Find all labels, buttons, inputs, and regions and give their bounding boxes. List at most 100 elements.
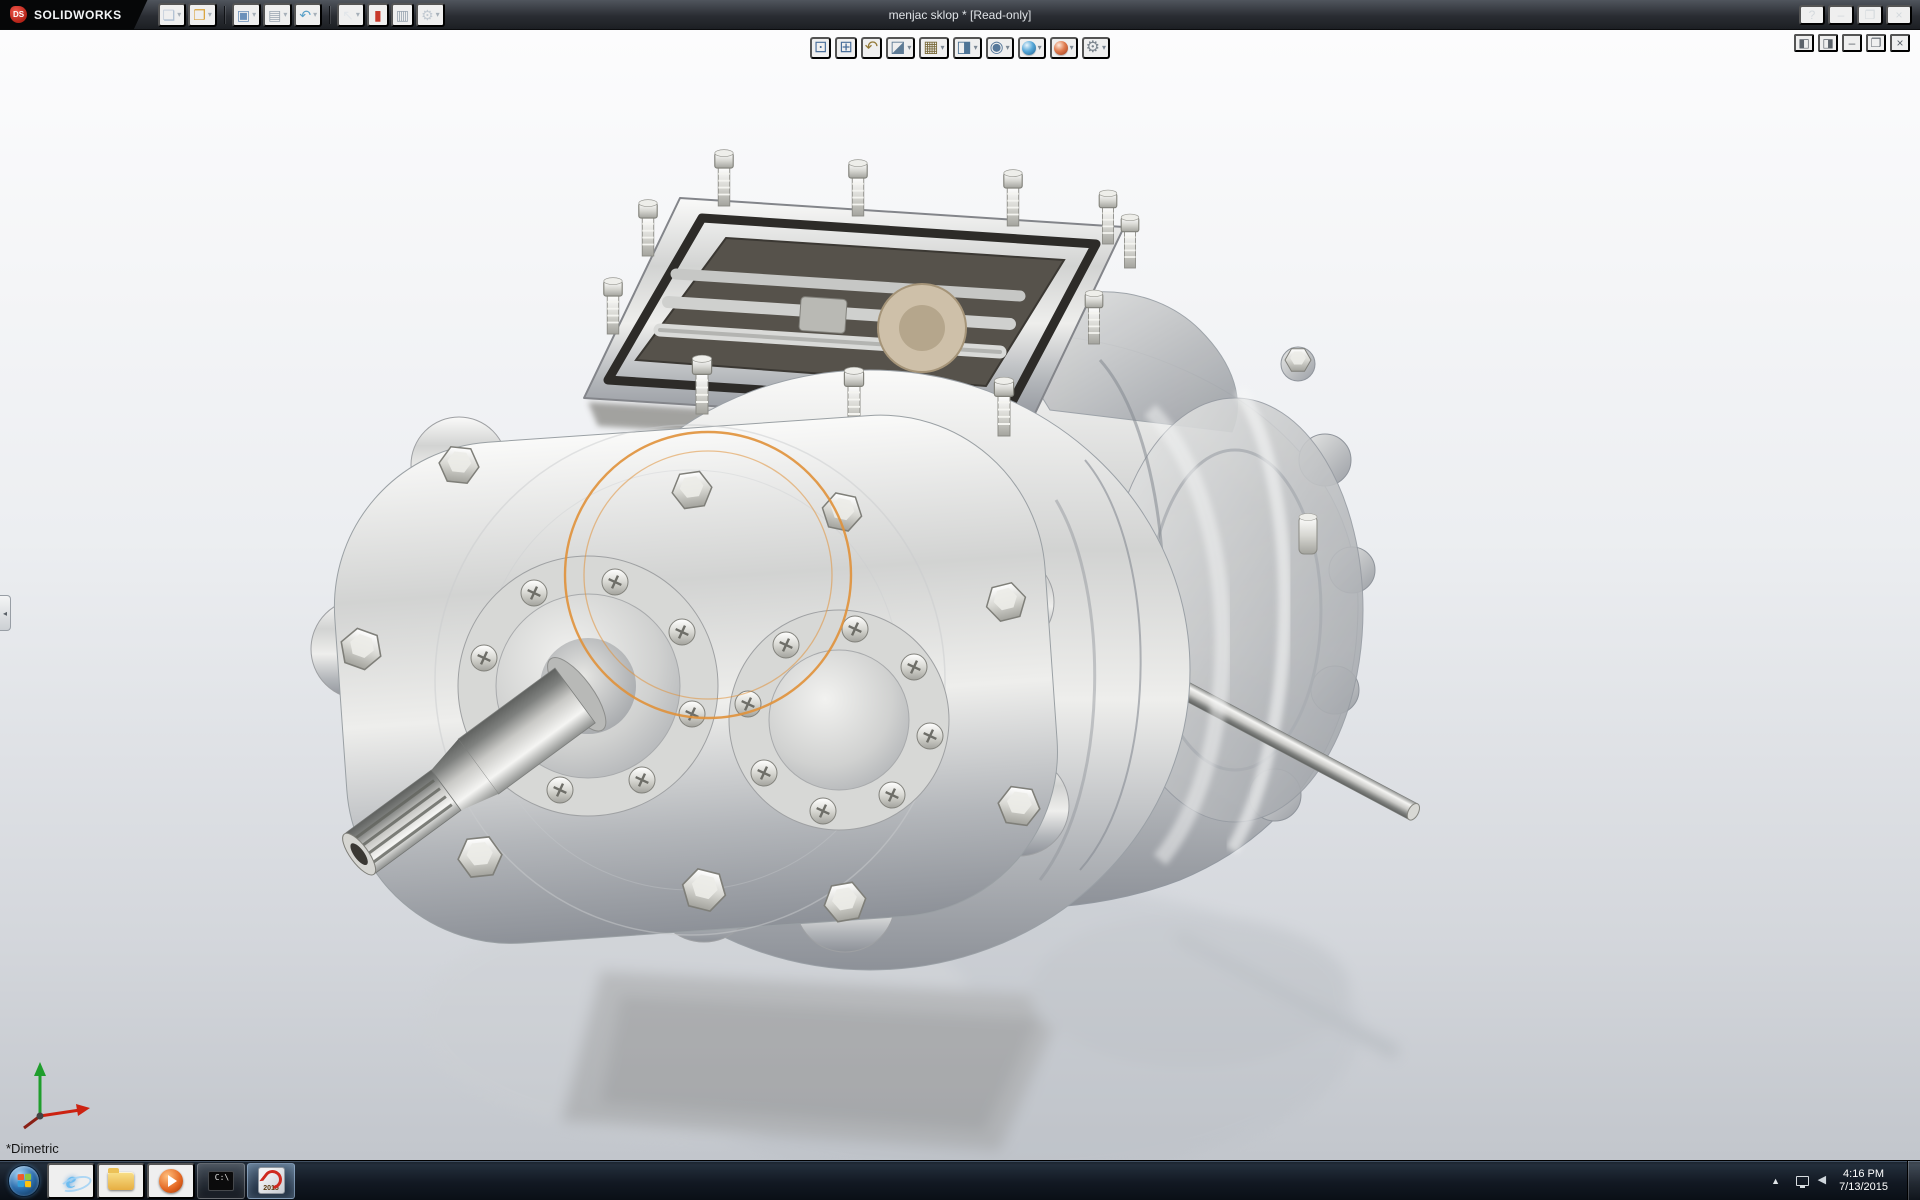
- doc-minimize-button[interactable]: –: [1842, 34, 1862, 52]
- print-button[interactable]: ▤ ▾: [263, 3, 292, 27]
- zoom-to-area-icon: ⊞: [839, 40, 852, 56]
- open-button[interactable]: ❐ ▾: [188, 3, 217, 27]
- chevron-down-icon[interactable]: ▾: [1102, 44, 1106, 52]
- view-settings-icon: ⚙: [1086, 40, 1100, 56]
- doc-close-button[interactable]: ×: [1890, 34, 1910, 52]
- apply-scene-icon: [1054, 41, 1068, 55]
- headsup-view-toolbar: ⊡ ⊞ ↶ ◪ ▾ ▦ ▾ ◨ ▾ ◉ ▾: [802, 35, 1118, 61]
- taskbar-solidworks-2015[interactable]: 2015: [247, 1163, 295, 1199]
- taskbar-clock[interactable]: 4:16 PM 7/13/2015: [1835, 1168, 1898, 1194]
- chevron-down-icon[interactable]: ▾: [1070, 44, 1074, 52]
- rebuild-icon: ▮: [374, 8, 382, 22]
- solidworks-brand: DS SOLIDWORKS: [0, 0, 148, 30]
- new-document-icon: ❏: [163, 8, 176, 22]
- taskbar: e C:\ 2015 ▲ ◀ 4:16 PM 7/13/2015: [0, 1160, 1920, 1200]
- chevron-down-icon[interactable]: ▾: [907, 44, 911, 52]
- start-button[interactable]: [8, 1165, 40, 1197]
- tray-expand-icon: ▲: [1769, 1176, 1782, 1186]
- taskbar-media-player[interactable]: [147, 1163, 195, 1199]
- chevron-down-icon[interactable]: ▾: [1006, 44, 1010, 52]
- file-properties-button[interactable]: ▥: [391, 3, 414, 27]
- right-bearing-recess[interactable]: [729, 610, 949, 830]
- chevron-down-icon[interactable]: ▾: [208, 11, 212, 19]
- internet-explorer-icon: e: [66, 1169, 77, 1193]
- tray-expand-button[interactable]: ▲: [1766, 1170, 1786, 1192]
- undo-button[interactable]: ↶ ▾: [294, 3, 322, 27]
- display-style-button[interactable]: ◨ ▾: [952, 37, 981, 59]
- zoom-to-fit-button[interactable]: ⊡: [810, 37, 831, 59]
- save-disk-icon: ▣: [237, 8, 250, 22]
- edit-appearance-icon: [1022, 41, 1036, 55]
- chevron-down-icon[interactable]: ▾: [974, 44, 978, 52]
- previous-view-icon: ↶: [865, 40, 878, 56]
- document-window-controls: ◧ ◨ – ❐ ×: [1794, 34, 1910, 52]
- zoom-to-fit-icon: ⊡: [814, 40, 827, 56]
- taskbar-command-prompt[interactable]: C:\: [197, 1163, 245, 1199]
- view-settings-button[interactable]: ⚙ ▾: [1082, 37, 1110, 59]
- save-button[interactable]: ▣ ▾: [232, 3, 261, 27]
- previous-view-button[interactable]: ↶: [861, 37, 882, 59]
- app-name: SOLIDWORKS: [34, 8, 122, 22]
- command-prompt-icon: C:\: [208, 1171, 234, 1191]
- view-orientation-label: *Dimetric: [6, 1141, 59, 1156]
- network-icon[interactable]: [1796, 1176, 1809, 1186]
- chevron-down-icon[interactable]: ▾: [283, 11, 287, 19]
- chevron-down-icon[interactable]: ▾: [313, 11, 317, 19]
- window-title: menjac sklop * [Read-only]: [889, 8, 1032, 22]
- view-orientation-button[interactable]: ▦ ▾: [919, 37, 948, 59]
- chevron-down-icon[interactable]: ▾: [436, 11, 440, 19]
- doc-restore-button[interactable]: ❐: [1866, 34, 1886, 52]
- chevron-down-icon[interactable]: ▾: [177, 11, 181, 19]
- model-canvas[interactable]: [0, 30, 1920, 1160]
- solidworks-app-icon: 2015: [258, 1167, 285, 1194]
- main-toolbar: ❏ ▾ ❐ ▾ ▣ ▾ ▤ ▾ ↶ ▾ ↖ ▾: [158, 3, 445, 27]
- options-gear-icon: ⚙: [421, 8, 434, 22]
- solidworks-year-label: 2015: [263, 1184, 279, 1193]
- zoom-to-area-button[interactable]: ⊞: [835, 37, 856, 59]
- clock-date: 7/13/2015: [1839, 1181, 1888, 1194]
- volume-icon[interactable]: ◀: [1818, 1175, 1826, 1186]
- chevron-down-icon[interactable]: ▾: [940, 44, 944, 52]
- new-document-button[interactable]: ❏ ▾: [158, 3, 187, 27]
- screen: DS SOLIDWORKS ❏ ▾ ❐ ▾ ▣ ▾ ▤ ▾ ↶ ▾: [0, 0, 1920, 1200]
- options-button[interactable]: ⚙ ▾: [416, 3, 445, 27]
- taskbar-file-explorer[interactable]: [97, 1163, 145, 1199]
- graphics-viewport[interactable]: ⊡ ⊞ ↶ ◪ ▾ ▦ ▾ ◨ ▾ ◉ ▾: [0, 30, 1920, 1160]
- show-desktop-button[interactable]: [1907, 1161, 1920, 1200]
- apply-scene-button[interactable]: ▾: [1050, 37, 1078, 59]
- minimize-button[interactable]: –: [1828, 5, 1854, 25]
- maximize-button[interactable]: ❐: [1857, 5, 1883, 25]
- clock-time: 4:16 PM: [1839, 1168, 1888, 1181]
- task-pane-button[interactable]: ◨: [1818, 34, 1838, 52]
- section-view-button[interactable]: ◪ ▾: [886, 37, 915, 59]
- printer-icon: ▤: [268, 8, 281, 22]
- featuremanager-pane-button[interactable]: ◧: [1794, 34, 1814, 52]
- solidworks-logo-icon: DS: [10, 6, 27, 23]
- media-player-icon: [159, 1169, 183, 1193]
- help-button[interactable]: ?: [1799, 5, 1825, 25]
- edit-appearance-button[interactable]: ▾: [1018, 37, 1046, 59]
- window-controls: ? – ❐ ×: [1799, 5, 1920, 25]
- chevron-down-icon[interactable]: ▾: [356, 11, 360, 19]
- view-orientation-icon: ▦: [923, 40, 938, 56]
- section-view-icon: ◪: [890, 40, 905, 56]
- featuremanager-collapse-tab[interactable]: ◂: [0, 595, 11, 631]
- select-button[interactable]: ↖ ▾: [337, 3, 365, 27]
- toolbar-separator: [224, 6, 225, 24]
- display-style-icon: ◨: [956, 40, 971, 56]
- chevron-down-icon[interactable]: ▾: [1038, 44, 1042, 52]
- system-tray: ▲ ◀ 4:16 PM 7/13/2015: [1765, 1161, 1920, 1200]
- file-properties-icon: ▥: [396, 8, 409, 22]
- orientation-triad: [16, 1054, 106, 1134]
- rebuild-button[interactable]: ▮: [367, 3, 389, 27]
- taskbar-internet-explorer[interactable]: e: [47, 1163, 95, 1199]
- undo-arrow-icon: ↶: [299, 8, 311, 22]
- open-folder-icon: ❐: [193, 8, 206, 22]
- hide-show-items-icon: ◉: [990, 40, 1004, 56]
- select-cursor-icon: ↖: [342, 8, 354, 22]
- folder-icon: [108, 1172, 134, 1190]
- windows-flag-icon: [18, 1174, 31, 1188]
- close-button[interactable]: ×: [1886, 5, 1912, 25]
- hide-show-items-button[interactable]: ◉ ▾: [986, 37, 1014, 59]
- chevron-down-icon[interactable]: ▾: [252, 11, 256, 19]
